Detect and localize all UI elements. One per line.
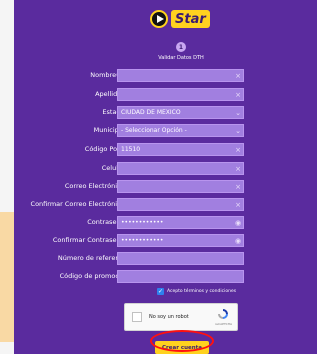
form-row: Confirmar Contraseña:*••••••••••••◉ [14, 234, 319, 247]
recaptcha-label: No soy un robot [149, 314, 189, 320]
logo-text: Star [175, 11, 206, 27]
input-field[interactable] [117, 270, 244, 283]
page-left-margin [0, 0, 14, 354]
eye-icon[interactable]: ◉ [233, 219, 243, 227]
input-value[interactable]: 11510 [121, 146, 233, 153]
form-row: Confirmar Correo Electrónico:* × [14, 198, 319, 211]
right-gutter [317, 0, 319, 354]
terms-label[interactable]: Acepto términos y condiciones [167, 289, 236, 294]
clear-icon[interactable]: × [233, 165, 243, 173]
form-row: Número de referencia: [14, 252, 319, 265]
field-label: Confirmar Correo Electrónico:* [31, 198, 131, 211]
logo-badge: Star [171, 10, 210, 28]
signup-panel [14, 0, 319, 354]
form-row: Código de promoción: [14, 270, 319, 283]
brand-logo[interactable]: Star [150, 8, 210, 30]
input-value[interactable]: •••••••••••• [121, 219, 233, 226]
input-field[interactable]: × [117, 180, 244, 193]
clear-icon[interactable]: × [233, 183, 243, 191]
step-indicator: 1 [176, 42, 186, 52]
recaptcha-brand: reCAPTCHA [214, 322, 232, 326]
highlight-circle [150, 330, 214, 352]
terms-consent[interactable]: ✓ Acepto términos y condiciones [157, 288, 236, 295]
play-icon [150, 10, 168, 28]
left-decor-band [0, 212, 14, 342]
field-label-text: Confirmar Contraseña: [52, 236, 127, 244]
form-row: Apellidos:*× [14, 88, 319, 101]
input-field[interactable]: × [117, 162, 244, 175]
form-row: Celular:*× [14, 162, 319, 175]
form-row: Nombre(s):*× [14, 69, 319, 82]
recaptcha-widget: No soy un robot reCAPTCHA [124, 303, 238, 331]
form-row: Código Postal: 11510 × [14, 143, 319, 156]
form-row: Contraseña:*••••••••••••◉ [14, 216, 319, 229]
field-label-text: Confirmar Correo Electrónico: [30, 200, 127, 208]
input-field[interactable]: •••••••••••• ◉ [117, 234, 244, 247]
input-field[interactable]: - Seleccionar Opción - ⌄ [117, 124, 244, 137]
chevron-down-icon[interactable]: ⌄ [233, 109, 243, 117]
recaptcha-checkbox[interactable] [132, 312, 142, 322]
clear-icon[interactable]: × [233, 201, 243, 209]
clear-icon[interactable]: × [233, 72, 243, 80]
form-row: Correo Electrónico:*× [14, 180, 319, 193]
input-field[interactable]: × [117, 88, 244, 101]
input-field[interactable]: × [117, 69, 244, 82]
clear-icon[interactable]: × [233, 146, 243, 154]
terms-checkbox[interactable]: ✓ [157, 288, 164, 295]
form-row: Municipio:*- Seleccionar Opción -⌄ [14, 124, 319, 137]
clear-icon[interactable]: × [233, 91, 243, 99]
input-field[interactable] [117, 252, 244, 265]
input-field[interactable]: •••••••••••• ◉ [117, 216, 244, 229]
form-row: Estado:*CIUDAD DE MEXICO⌄ [14, 106, 319, 119]
eye-icon[interactable]: ◉ [233, 237, 243, 245]
input-value[interactable]: - Seleccionar Opción - [121, 127, 233, 134]
input-value[interactable]: CIUDAD DE MEXICO [121, 109, 233, 116]
step-label: Validar Datos DTH [158, 55, 204, 61]
input-field[interactable]: CIUDAD DE MEXICO ⌄ [117, 106, 244, 119]
chevron-down-icon[interactable]: ⌄ [233, 127, 243, 135]
input-field[interactable]: × [117, 198, 244, 211]
input-field[interactable]: 11510 × [117, 143, 244, 156]
recaptcha-logo-icon [218, 309, 228, 319]
input-value[interactable]: •••••••••••• [121, 237, 233, 244]
